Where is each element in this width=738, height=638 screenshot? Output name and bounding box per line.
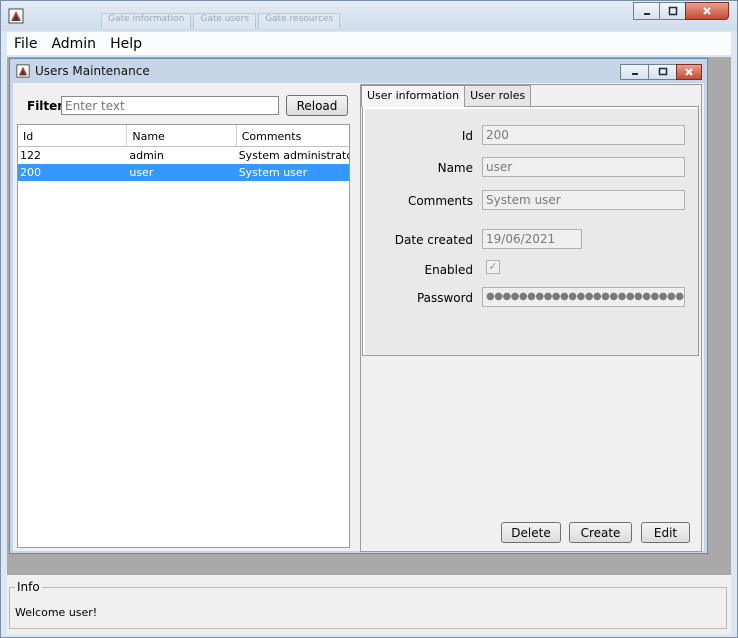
cell-id: 122 bbox=[20, 149, 41, 162]
internal-frame-controls bbox=[620, 64, 702, 80]
menu-file[interactable]: File bbox=[7, 36, 44, 52]
info-panel: Info Welcome user! bbox=[9, 580, 727, 629]
tab-user-roles[interactable]: User roles bbox=[464, 85, 532, 106]
delete-button[interactable]: Delete bbox=[501, 522, 561, 543]
password-label: Password bbox=[416, 291, 473, 305]
reload-button[interactable]: Reload bbox=[286, 95, 348, 116]
minimize-button[interactable] bbox=[633, 2, 660, 20]
cell-comments: System administrator bbox=[238, 149, 350, 162]
java-app-icon bbox=[8, 8, 24, 24]
filter-input[interactable] bbox=[61, 96, 279, 115]
maximize-button[interactable] bbox=[659, 2, 686, 20]
ghost-tab: Gate resources bbox=[258, 13, 341, 29]
comments-label: Comments bbox=[407, 194, 473, 208]
column-header-name[interactable]: Name bbox=[127, 125, 237, 146]
users-maintenance-frame: Users Maintenance Filter Reload Id bbox=[9, 58, 708, 554]
frame-maximize-button[interactable] bbox=[648, 64, 677, 80]
internal-frame-title: Users Maintenance bbox=[35, 64, 150, 78]
cell-comments: System user bbox=[238, 166, 308, 179]
internal-frame-titlebar[interactable]: Users Maintenance bbox=[10, 59, 707, 84]
close-icon bbox=[703, 7, 711, 15]
window-titlebar[interactable]: Gate information Gate users Gate resourc… bbox=[1, 1, 737, 31]
date-created-label: Date created bbox=[394, 233, 473, 247]
name-field[interactable]: user bbox=[482, 157, 685, 177]
table-row-selected[interactable]: 200 user System user bbox=[18, 164, 349, 181]
id-label: Id bbox=[461, 129, 473, 143]
background-window-tabs: Gate information Gate users Gate resourc… bbox=[101, 13, 342, 29]
edit-button[interactable]: Edit bbox=[641, 522, 690, 543]
enabled-checkbox[interactable]: ✓ bbox=[486, 260, 500, 274]
cell-id: 200 bbox=[20, 166, 41, 179]
column-header-comments[interactable]: Comments bbox=[237, 125, 349, 146]
frame-close-button[interactable] bbox=[676, 64, 702, 80]
column-header-id[interactable]: Id bbox=[18, 125, 128, 146]
maximize-icon bbox=[658, 67, 667, 76]
cell-name: user bbox=[129, 166, 154, 179]
filter-label: Filter bbox=[27, 99, 64, 113]
frame-content: Filter Reload Id Name Comments 122 admin… bbox=[13, 83, 704, 552]
frame-minimize-button[interactable] bbox=[620, 64, 649, 80]
close-icon bbox=[685, 68, 693, 76]
name-label: Name bbox=[437, 161, 473, 175]
window-controls bbox=[633, 2, 729, 20]
details-tabs: User information User roles bbox=[361, 85, 532, 107]
info-message: Welcome user! bbox=[15, 606, 98, 619]
password-field[interactable]: ●●●●●●●●●●●●●●●●●●●●●●●●●●●● bbox=[482, 287, 685, 307]
users-table[interactable]: Id Name Comments 122 admin System admini… bbox=[17, 124, 350, 548]
table-header: Id Name Comments bbox=[18, 125, 349, 147]
menu-admin[interactable]: Admin bbox=[44, 36, 103, 52]
menu-help[interactable]: Help bbox=[103, 36, 149, 52]
date-created-field[interactable]: 19/06/2021 bbox=[482, 229, 582, 249]
java-app-icon bbox=[16, 64, 30, 78]
user-information-form: Id 200 Name user Comments System user Da… bbox=[362, 106, 699, 356]
checkmark-icon: ✓ bbox=[488, 260, 498, 273]
maximize-icon bbox=[668, 6, 677, 16]
app-window: Gate information Gate users Gate resourc… bbox=[0, 0, 738, 638]
create-button[interactable]: Create bbox=[569, 522, 632, 543]
menu-bar: File Admin Help bbox=[7, 32, 731, 56]
close-button[interactable] bbox=[685, 2, 729, 20]
minimize-icon bbox=[631, 73, 638, 75]
table-row[interactable]: 122 admin System administrator bbox=[18, 147, 349, 164]
details-panel: User information User roles Id 200 Name … bbox=[360, 84, 702, 552]
enabled-label: Enabled bbox=[424, 263, 474, 277]
ghost-tab: Gate information bbox=[101, 13, 192, 29]
cell-name: admin bbox=[129, 149, 164, 162]
minimize-icon bbox=[643, 13, 650, 15]
ghost-tab: Gate users bbox=[193, 13, 257, 29]
id-field[interactable]: 200 bbox=[482, 125, 685, 145]
tab-user-information[interactable]: User information bbox=[361, 85, 466, 107]
info-title: Info bbox=[15, 580, 42, 594]
comments-field[interactable]: System user bbox=[482, 190, 685, 210]
